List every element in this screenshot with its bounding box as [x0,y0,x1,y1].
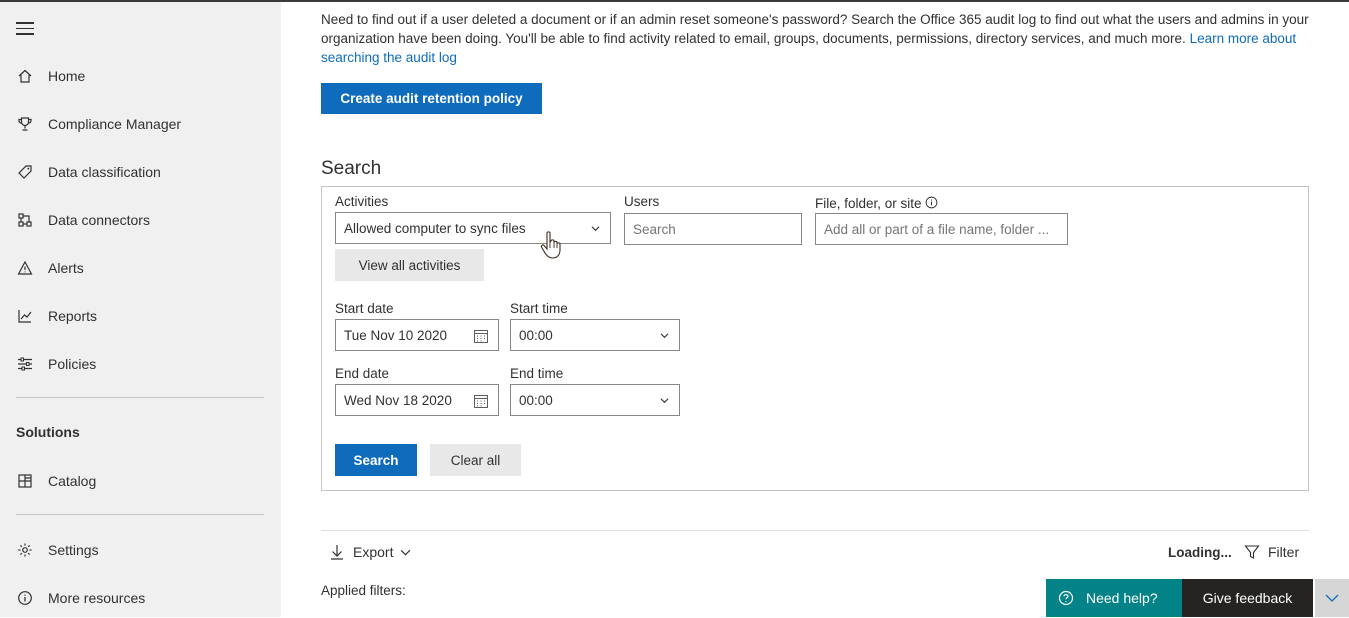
results-divider [321,530,1309,531]
calendar-icon [474,330,488,343]
sidebar-item-settings[interactable]: Settings [0,530,281,570]
sidebar-item-home[interactable]: Home [0,56,281,96]
search-heading: Search [321,158,382,179]
need-help-label: Need help? [1086,590,1158,606]
sidebar-item-compliance-manager[interactable]: Compliance Manager [0,104,281,144]
end-date-label: End date [335,366,390,381]
search-button[interactable]: Search [335,444,417,476]
chevron-down-icon [1325,594,1339,602]
home-icon [16,67,34,85]
help-icon [1058,590,1074,606]
file-folder-site-label: File, folder, or site [815,196,938,211]
solutions-heading: Solutions [16,424,80,440]
info-icon [16,589,34,607]
end-time-label: End time [510,366,564,381]
start-date-value: Tue Nov 10 2020 [344,327,448,343]
end-time-value: 00:00 [519,392,553,408]
filter-button[interactable]: Filter [1244,544,1299,560]
sidebar-item-label: Settings [48,542,99,558]
chevron-down-icon [660,398,669,404]
sidebar-item-label: Alerts [48,260,84,276]
gear-icon [16,541,34,559]
connector-icon [16,211,34,229]
sidebar-item-data-connectors[interactable]: Data connectors [0,200,281,240]
users-search-input[interactable] [624,213,802,245]
end-date-value: Wed Nov 18 2020 [344,392,452,408]
need-help-button[interactable]: Need help? [1046,579,1182,617]
view-all-activities-button[interactable]: View all activities [335,249,484,281]
warning-icon [16,259,34,277]
sidebar-item-label: Home [48,68,86,84]
sliders-icon [16,355,34,373]
sidebar-item-label: More resources [48,590,146,606]
sidebar-item-reports[interactable]: Reports [0,296,281,336]
sidebar-item-alerts[interactable]: Alerts [0,248,281,288]
tag-icon [16,163,34,181]
activities-value: Allowed computer to sync files [344,220,526,236]
sidebar-item-data-classification[interactable]: Data classification [0,152,281,192]
intro-text: Need to find out if a user deleted a doc… [321,10,1311,67]
export-button[interactable]: Export [330,544,411,560]
chart-icon [16,307,34,325]
filter-label: Filter [1268,544,1300,560]
start-time-dropdown[interactable]: 00:00 [510,319,680,351]
export-label: Export [353,544,394,560]
sidebar-item-label: Policies [48,356,97,372]
sidebar-item-label: Reports [48,308,98,324]
sidebar-item-catalog[interactable]: Catalog [0,461,281,501]
start-date-picker[interactable]: Tue Nov 10 2020 [335,319,499,351]
sidebar: Home Compliance Manager Data classificat… [0,2,281,617]
sidebar-item-label: Data classification [48,164,161,180]
create-audit-retention-policy-button[interactable]: Create audit retention policy [321,83,542,114]
applied-filters-label: Applied filters: [321,583,406,598]
start-time-value: 00:00 [519,327,553,343]
pointer-cursor-icon [540,231,561,259]
download-icon [331,545,343,560]
catalog-icon [16,472,34,490]
activities-dropdown[interactable]: Allowed computer to sync files [335,212,611,244]
sidebar-item-label: Catalog [48,473,97,489]
chevron-down-icon [591,226,600,232]
hamburger-menu-icon[interactable] [16,22,34,36]
start-time-label: Start time [510,301,568,316]
sidebar-item-policies[interactable]: Policies [0,344,281,384]
sidebar-divider [16,514,264,515]
end-time-dropdown[interactable]: 00:00 [510,384,680,416]
trophy-icon [16,115,34,133]
filter-icon [1244,545,1260,559]
end-date-picker[interactable]: Wed Nov 18 2020 [335,384,499,416]
collapse-help-button[interactable] [1315,579,1349,617]
sidebar-item-more-resources[interactable]: More resources [0,578,281,618]
sidebar-item-label: Compliance Manager [48,116,182,132]
clear-all-button[interactable]: Clear all [430,444,521,476]
start-date-label: Start date [335,301,394,316]
sidebar-divider [16,397,264,398]
chevron-down-icon [401,549,411,556]
loading-status: Loading... [1168,545,1232,560]
activities-label: Activities [335,194,389,209]
file-folder-site-label-text: File, folder, or site [815,196,922,211]
sidebar-item-label: Data connectors [48,212,150,228]
calendar-icon [474,395,488,408]
file-folder-site-input[interactable] [815,213,1068,245]
info-icon[interactable] [925,196,938,209]
users-label: Users [624,194,660,209]
give-feedback-button[interactable]: Give feedback [1182,579,1313,617]
chevron-down-icon [660,333,669,339]
intro-description: Need to find out if a user deleted a doc… [321,12,1309,46]
